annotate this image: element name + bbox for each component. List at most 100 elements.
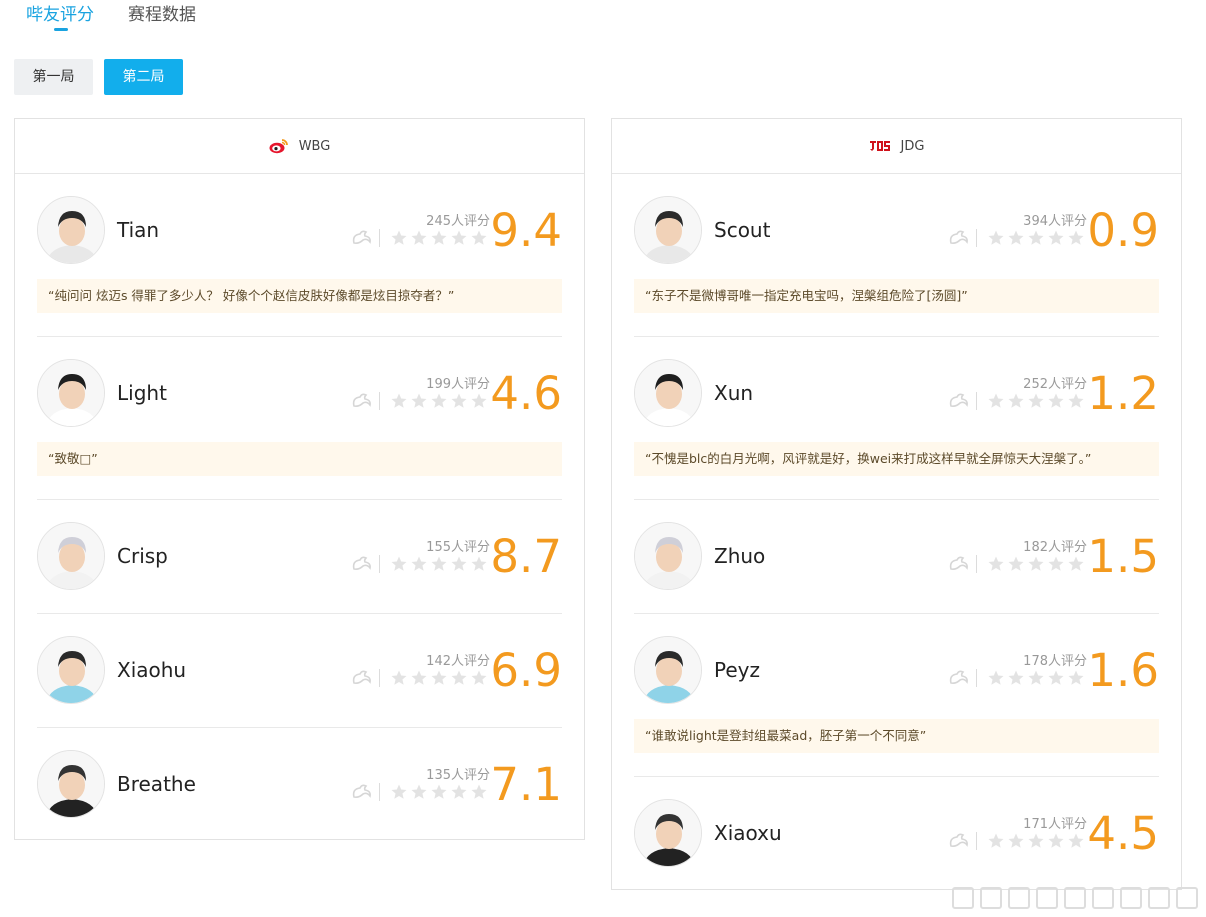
star-icon[interactable] — [987, 392, 1005, 410]
star-icon[interactable] — [1007, 229, 1025, 247]
star-icon[interactable] — [470, 392, 488, 410]
star-icon[interactable] — [1007, 832, 1025, 850]
tab-match-data[interactable]: 赛程数据 — [128, 0, 196, 34]
star-icon[interactable] — [410, 392, 428, 410]
star-icon[interactable] — [390, 783, 408, 801]
round-1-button[interactable]: 第一局 — [14, 59, 93, 95]
player-row: Crisp 155人评分 8.7 — [37, 500, 562, 613]
tab-fan-rating[interactable]: 哔友评分 — [26, 0, 94, 34]
player-card: Zhuo 182人评分 1.5 — [634, 500, 1159, 614]
rating-count: 252人评分 — [1023, 377, 1087, 392]
player-score: 0.9 — [1087, 204, 1159, 257]
top-comment: “东子不是微博哥唯一指定充电宝吗，涅槃组危险了[汤圆]” — [634, 279, 1159, 313]
weibo-bird-icon — [351, 555, 373, 573]
rating-count: 199人评分 — [426, 377, 490, 392]
star-icon[interactable] — [430, 783, 448, 801]
player-row: Peyz 178人评分 1.6 — [634, 614, 1159, 719]
rating-stars — [351, 392, 488, 410]
star-icon[interactable] — [450, 783, 468, 801]
top-comment: “谁敢说light是登封组最菜ad，胚子第一个不同意” — [634, 719, 1159, 753]
star-icon[interactable] — [1047, 832, 1065, 850]
player-score: 9.4 — [490, 204, 562, 257]
star-icon[interactable] — [450, 669, 468, 687]
weibo-bird-icon — [948, 832, 970, 850]
star-icon[interactable] — [1067, 669, 1085, 687]
star-icon[interactable] — [430, 229, 448, 247]
round-selector: 第一局 第二局 — [14, 59, 194, 95]
round-2-button[interactable]: 第二局 — [104, 59, 183, 95]
star-icon[interactable] — [1007, 555, 1025, 573]
player-row: Light 199人评分 4.6 — [37, 337, 562, 442]
star-icon[interactable] — [987, 669, 1005, 687]
player-score: 6.9 — [490, 644, 562, 697]
star-icon[interactable] — [390, 669, 408, 687]
star-icon[interactable] — [1007, 392, 1025, 410]
star-icon[interactable] — [1027, 555, 1045, 573]
star-icon[interactable] — [1027, 669, 1045, 687]
star-icon[interactable] — [450, 229, 468, 247]
divider — [976, 669, 977, 687]
star-icon[interactable] — [470, 783, 488, 801]
jdg-logo-icon — [869, 140, 891, 152]
star-icon[interactable] — [450, 392, 468, 410]
star-icon[interactable] — [450, 555, 468, 573]
weibo-bird-icon — [948, 229, 970, 247]
rating-count: 155人评分 — [426, 540, 490, 555]
star-icon[interactable] — [470, 669, 488, 687]
player-list: Scout 394人评分 0.9 “东子不是微博哥唯一指定充电宝吗，涅槃组危险了[汤圆… — [612, 174, 1181, 890]
divider — [976, 832, 977, 850]
weibo-bird-icon — [948, 555, 970, 573]
weibo-bird-icon — [351, 229, 373, 247]
player-card: Peyz 178人评分 1.6 “谁敢说light是登封组最菜ad，胚子第一个不同意” — [634, 614, 1159, 777]
divider — [976, 229, 977, 247]
rating-count: 182人评分 — [1023, 540, 1087, 555]
star-icon[interactable] — [1067, 555, 1085, 573]
star-icon[interactable] — [430, 555, 448, 573]
player-row: Breathe 135人评分 7.1 — [37, 728, 562, 841]
weibo-bird-icon — [948, 669, 970, 687]
divider — [976, 555, 977, 573]
star-icon[interactable] — [1047, 669, 1065, 687]
team-panel-wbg: WBG Tian 245人评分 9.4 “纯问问 炫迈s 得罪了多少人？ 好像个个赵信… — [14, 118, 585, 840]
star-icon[interactable] — [410, 783, 428, 801]
player-list: Tian 245人评分 9.4 “纯问问 炫迈s 得罪了多少人？ 好像个个赵信皮肤好像… — [15, 174, 584, 841]
player-score: 8.7 — [490, 530, 562, 583]
star-icon[interactable] — [1067, 832, 1085, 850]
player-row: Tian 245人评分 9.4 — [37, 174, 562, 279]
star-icon[interactable] — [470, 555, 488, 573]
player-avatar — [37, 522, 105, 590]
star-icon[interactable] — [987, 555, 1005, 573]
rating-stars — [351, 669, 488, 687]
star-icon[interactable] — [1067, 229, 1085, 247]
star-icon[interactable] — [1027, 832, 1045, 850]
star-icon[interactable] — [410, 229, 428, 247]
rating-count: 171人评分 — [1023, 817, 1087, 832]
star-icon[interactable] — [1027, 229, 1045, 247]
player-score: 7.1 — [490, 758, 562, 811]
star-icon[interactable] — [430, 392, 448, 410]
star-icon[interactable] — [430, 669, 448, 687]
player-avatar — [634, 196, 702, 264]
star-icon[interactable] — [987, 229, 1005, 247]
star-icon[interactable] — [1007, 669, 1025, 687]
star-icon[interactable] — [1027, 392, 1045, 410]
player-avatar — [634, 636, 702, 704]
star-icon[interactable] — [410, 555, 428, 573]
star-icon[interactable] — [1047, 392, 1065, 410]
star-icon[interactable] — [390, 555, 408, 573]
star-icon[interactable] — [410, 669, 428, 687]
player-score: 4.5 — [1087, 807, 1159, 860]
divider — [379, 669, 380, 687]
star-icon[interactable] — [390, 229, 408, 247]
weibo-bird-icon — [351, 392, 373, 410]
star-icon[interactable] — [1067, 392, 1085, 410]
top-comment: “致敬□” — [37, 442, 562, 476]
player-score: 4.6 — [490, 367, 562, 420]
tab-bar: 哔友评分 赛程数据 — [26, 0, 230, 34]
star-icon[interactable] — [987, 832, 1005, 850]
rating-count: 394人评分 — [1023, 214, 1087, 229]
star-icon[interactable] — [390, 392, 408, 410]
star-icon[interactable] — [1047, 229, 1065, 247]
star-icon[interactable] — [1047, 555, 1065, 573]
star-icon[interactable] — [470, 229, 488, 247]
